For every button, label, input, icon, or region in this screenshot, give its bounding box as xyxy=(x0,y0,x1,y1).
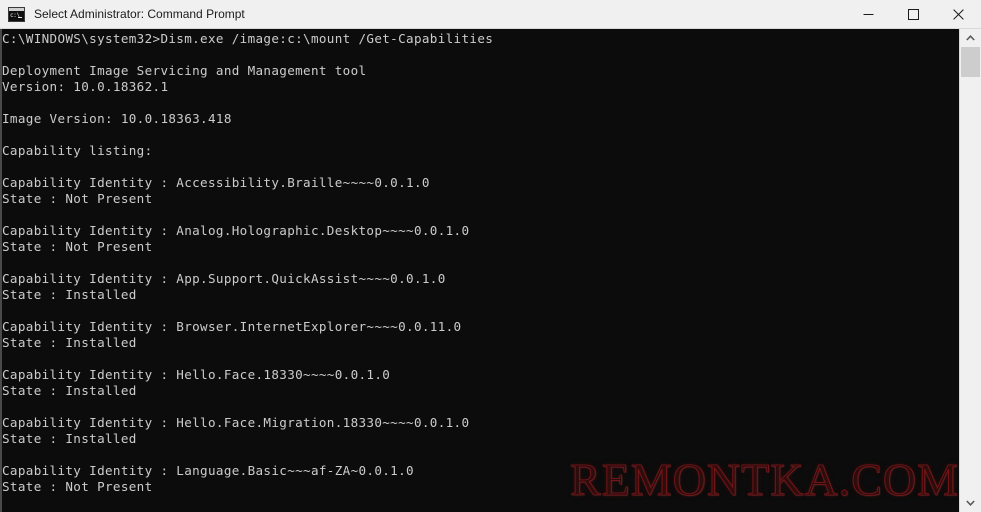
console-text: C:\WINDOWS\system32>Dism.exe /image:c:\m… xyxy=(2,31,494,494)
cmd-icon-titlestrip xyxy=(9,7,24,11)
title-bar[interactable]: c:\ Select Administrator: Command Prompt xyxy=(0,0,981,29)
chevron-down-icon xyxy=(966,500,975,506)
maximize-icon xyxy=(908,9,919,20)
console-scrollbar[interactable] xyxy=(959,29,981,512)
scrollbar-down-button[interactable] xyxy=(960,494,981,512)
minimize-button[interactable] xyxy=(846,0,891,29)
close-icon xyxy=(953,9,964,20)
close-button[interactable] xyxy=(936,0,981,29)
cmd-console-icon: c:\ xyxy=(8,6,25,22)
command-prompt-window: c:\ Select Administrator: Command Prompt xyxy=(0,0,981,512)
scrollbar-up-button[interactable] xyxy=(960,29,981,47)
window-title: Select Administrator: Command Prompt xyxy=(34,7,245,21)
maximize-button[interactable] xyxy=(891,0,936,29)
scrollbar-thumb[interactable] xyxy=(961,47,980,77)
window-controls xyxy=(846,0,981,29)
minimize-icon xyxy=(863,14,874,15)
site-watermark: REMONTKA.COM xyxy=(569,453,959,505)
console-output-area[interactable]: C:\WINDOWS\system32>Dism.exe /image:c:\m… xyxy=(0,29,981,512)
chevron-up-icon xyxy=(966,35,975,41)
title-bar-left-group: c:\ Select Administrator: Command Prompt xyxy=(0,6,245,22)
cmd-icon-cursor xyxy=(18,16,22,18)
